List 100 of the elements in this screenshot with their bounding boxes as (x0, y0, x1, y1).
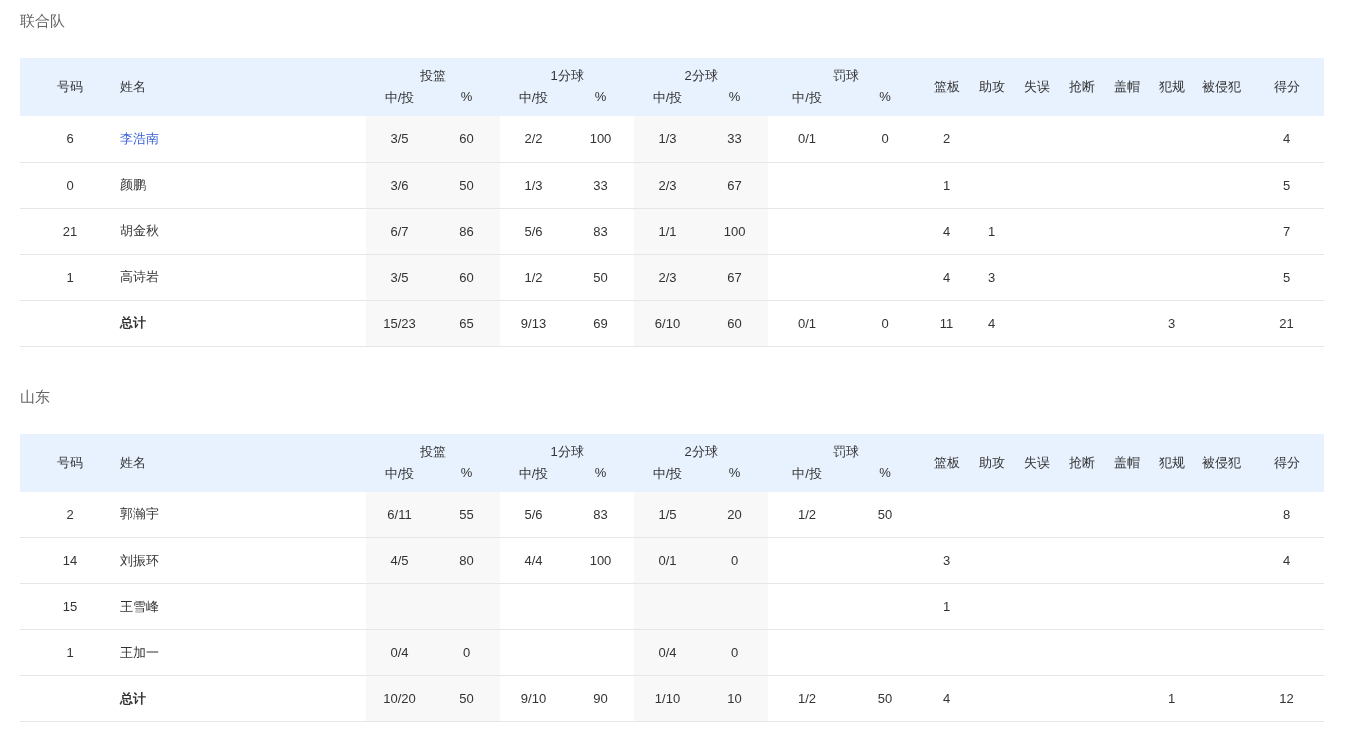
table-cell: 0 (66, 177, 74, 193)
column-header: 中/投 (768, 462, 847, 492)
table-cell: 2/3 (658, 269, 677, 285)
table-cell: 1/3 (658, 131, 677, 147)
table-cell: 3 (1167, 315, 1176, 331)
table-cell: 1 (66, 645, 74, 660)
column-header: 被侵犯 (1194, 433, 1250, 492)
column-header: % (701, 87, 769, 116)
table-cell: 15/23 (383, 315, 416, 331)
team-name: 联合队 (20, 11, 66, 31)
player-name: 刘振环 (120, 552, 159, 568)
table-cell: 50 (877, 691, 893, 706)
table-cell: 6/7 (390, 223, 409, 239)
player-name: 王雪峰 (120, 598, 159, 614)
table-cell: 10/20 (383, 691, 416, 706)
table-cell: 0 (881, 131, 889, 147)
table-cell: 0/4 (390, 645, 409, 660)
table-cell: 0 (881, 315, 889, 331)
table-cell: 2 (942, 131, 951, 147)
column-header: 1分球 (500, 433, 634, 463)
table-cell: 0 (462, 645, 471, 660)
table-cell: 50 (593, 269, 608, 285)
column-header: 中/投 (634, 462, 701, 492)
player-name: 高诗岩 (120, 269, 159, 284)
player-name: 总计 (120, 315, 146, 330)
table-cell: 0/4 (658, 645, 677, 660)
column-header: 失误 (1014, 433, 1060, 492)
table-cell: 60 (459, 131, 474, 147)
column-header: 犯规 (1149, 433, 1195, 492)
team-name: 山东 (20, 386, 51, 407)
table-cell: 3 (942, 553, 951, 568)
table-cell: 12 (1279, 691, 1294, 706)
table-cell: 4/4 (524, 553, 543, 568)
column-header: 篮板 (924, 433, 970, 492)
column-header: 投篮 (366, 58, 500, 87)
table-cell: 6/10 (654, 315, 681, 331)
table-cell: 1 (987, 223, 996, 239)
table-cell: 21 (1279, 315, 1294, 331)
table-cell: 6/11 (387, 506, 412, 522)
table-cell: 1 (66, 269, 74, 285)
player-name: 郭瀚宇 (120, 506, 159, 522)
table-cell: 69 (593, 315, 608, 331)
column-header: 号码 (20, 433, 120, 492)
column-header: % (701, 462, 769, 492)
table-cell: 1/3 (524, 177, 543, 193)
table-cell: 15 (62, 599, 78, 614)
table-cell: 5/6 (524, 223, 543, 239)
table-cell: 50 (459, 691, 474, 706)
table-cell: 0 (730, 645, 739, 660)
table-cell: 5/6 (524, 506, 543, 522)
table-cell: 9/10 (520, 691, 547, 706)
table-cell: 100 (589, 131, 612, 147)
table-cell: 90 (593, 691, 608, 706)
column-header: 盖帽 (1104, 58, 1150, 116)
table-cell: 1 (942, 599, 951, 614)
table-cell: 50 (877, 506, 893, 522)
table-cell: 86 (459, 223, 474, 239)
column-header: 姓名 (120, 433, 366, 492)
table-cell: 4 (1282, 131, 1291, 147)
table-cell: 67 (727, 177, 742, 193)
column-header: % (567, 462, 634, 492)
table-cell: 80 (459, 553, 474, 568)
table-cell: 1/2 (798, 506, 817, 522)
column-header: 得分 (1249, 433, 1325, 492)
table-cell: 4/5 (390, 553, 409, 568)
column-header: 罚球 (768, 433, 925, 463)
player-name: 总计 (120, 690, 146, 706)
table-cell: 3/6 (390, 177, 409, 193)
table-cell: 67 (727, 269, 742, 285)
table-cell: 0/1 (798, 315, 817, 331)
column-header: % (567, 87, 634, 116)
table-cell: 4 (987, 315, 996, 331)
table-cell: 60 (727, 315, 742, 331)
table-cell: 21 (62, 223, 78, 239)
column-header: 犯规 (1149, 58, 1195, 116)
table-cell: 60 (459, 269, 474, 285)
column-header: 抢断 (1059, 433, 1105, 492)
table-cell: 20 (727, 506, 742, 522)
column-header: 失误 (1014, 58, 1060, 116)
table-cell: 1/2 (798, 691, 817, 706)
table-cell: 2/3 (658, 177, 677, 193)
table-cell: 1 (1167, 691, 1176, 706)
column-header: 被侵犯 (1194, 58, 1250, 116)
table-cell: 0/1 (658, 553, 677, 568)
table-cell: 2 (66, 506, 74, 522)
column-header: 中/投 (634, 87, 701, 116)
column-header: 中/投 (366, 87, 433, 116)
column-header: % (433, 462, 500, 492)
column-header: 姓名 (120, 58, 366, 116)
table-cell: 10 (727, 691, 742, 706)
table-cell: 3/5 (390, 269, 409, 285)
table-cell: 1/2 (524, 269, 543, 285)
column-header: 抢断 (1059, 58, 1105, 116)
column-header: 2分球 (634, 433, 769, 463)
player-name: 胡金秋 (120, 223, 159, 238)
table-cell: 33 (727, 131, 742, 147)
player-name-link[interactable]: 李浩南 (120, 130, 159, 146)
column-header: 投篮 (366, 433, 500, 463)
column-header: % (433, 87, 500, 116)
column-header: 号码 (20, 58, 120, 116)
